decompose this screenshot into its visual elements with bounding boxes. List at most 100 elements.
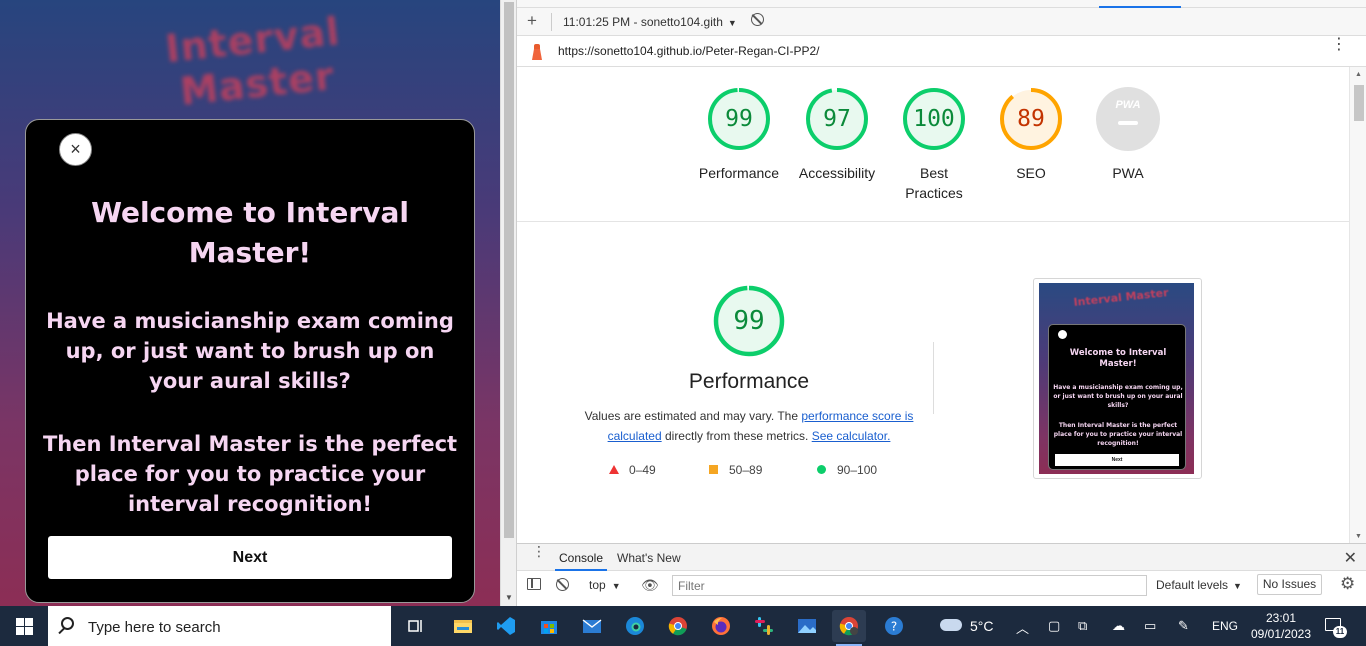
thumbnail-heading: Welcome to Interval Master! — [1069, 348, 1167, 369]
chrome-profile-icon[interactable] — [832, 610, 866, 646]
thumbnail-site-title: Interval Master — [1072, 286, 1170, 309]
pen-icon[interactable]: ✎ — [1178, 618, 1189, 634]
firefox-icon[interactable] — [704, 610, 738, 642]
performance-heading: Performance — [688, 370, 810, 393]
gauge-label: SEO — [1016, 165, 1046, 181]
windows-logo-icon — [16, 618, 33, 635]
legend-average-range: 50–89 — [729, 463, 763, 477]
thumbnail-close-icon — [1058, 330, 1067, 339]
notification-center-icon[interactable]: 11 — [1323, 615, 1347, 638]
scrollbar-thumb[interactable] — [504, 2, 514, 538]
cloud-sync-off-icon[interactable]: ☁ — [1112, 618, 1125, 634]
clock-time: 23:01 — [1265, 611, 1297, 625]
legend-fail-range: 0–49 — [629, 463, 656, 477]
legend-pass-range: 90–100 — [837, 463, 878, 477]
lighthouse-logo-icon — [531, 44, 543, 60]
live-expression-eye-icon[interactable]: 👁 — [641, 577, 659, 594]
toolbar-divider — [551, 13, 552, 31]
battery-icon[interactable]: ▭ — [1144, 618, 1156, 634]
report-selector[interactable]: 11:01:25 PM - sonetto104.gith ▼ — [563, 15, 737, 29]
score-gauge-accessibility[interactable]: 97 Accessibility — [787, 87, 887, 183]
devtools-tab-strip — [517, 0, 1366, 8]
desc-prefix: Values are estimated and may vary. The — [584, 409, 802, 423]
clear-reports-icon[interactable] — [751, 13, 764, 26]
drawer-menu-icon[interactable]: ⋮ — [532, 544, 546, 558]
lighthouse-report: 99 Performance 97 Accessibility 100 Best Prac… — [517, 67, 1349, 543]
pwa-badge-icon: PWA — [1096, 87, 1160, 151]
console-filter-input[interactable] — [672, 575, 1147, 596]
new-report-plus-icon[interactable]: + — [527, 11, 537, 31]
taskbar-search-box[interactable]: Type here to search — [48, 606, 391, 646]
score-gauge-pwa[interactable]: PWA PWA — [1078, 87, 1178, 183]
clock-date: 09/01/2023 — [1250, 627, 1312, 641]
tab-console[interactable]: Console — [555, 544, 607, 571]
photos-icon[interactable] — [790, 610, 824, 642]
drawer-tab-strip: ⋮ Console What's New ✕ — [517, 544, 1366, 571]
report-scrollbar-thumb[interactable] — [1354, 85, 1364, 121]
modal-paragraph-intro: Have a musicianship exam coming up, or j… — [46, 309, 454, 393]
mail-icon[interactable] — [575, 610, 609, 642]
context-selector[interactable]: top ▼ — [589, 578, 621, 592]
devtools-panel: + 11:01:25 PM - sonetto104.gith ▼ https:/… — [516, 0, 1366, 606]
final-screenshot-thumbnail[interactable]: Interval Master Welcome to Interval Mast… — [1033, 278, 1202, 479]
performance-description: Values are estimated and may vary. The p… — [583, 406, 915, 446]
quick-assist-icon[interactable]: ? — [877, 610, 911, 642]
console-sidebar-icon[interactable] — [527, 578, 541, 590]
site-scrollbar[interactable]: ▼ — [500, 0, 516, 606]
triangle-icon — [609, 465, 619, 474]
issues-button[interactable]: No Issues — [1257, 574, 1322, 595]
gauge-ring: PWA — [1096, 87, 1160, 151]
modal-close-button[interactable]: × — [59, 133, 92, 166]
gauge-ring: 89 — [999, 87, 1063, 151]
console-drawer: ⋮ Console What's New ✕ top ▼ 👁 Default le… — [517, 543, 1366, 606]
tab-whats-new[interactable]: What's New — [617, 551, 681, 565]
see-calculator-link[interactable]: See calculator. — [812, 429, 891, 443]
input-language[interactable]: ENG — [1212, 619, 1238, 633]
vscode-icon[interactable] — [489, 610, 523, 642]
svg-text:?: ? — [891, 620, 897, 634]
gauge-ring: 99 — [707, 87, 771, 151]
start-button[interactable] — [0, 606, 48, 646]
log-levels-dropdown[interactable]: Default levels ▼ — [1156, 578, 1242, 592]
task-view-icon[interactable] — [399, 610, 433, 642]
log-levels-label: Default levels — [1156, 578, 1229, 592]
score-gauge-best-practices[interactable]: 100 Best Practices — [884, 87, 984, 203]
gauge-score-value: 100 — [913, 106, 955, 132]
caret-down-icon: ▼ — [727, 18, 737, 28]
meet-now-icon[interactable]: ▢ — [1048, 618, 1060, 634]
clear-console-icon[interactable] — [556, 578, 569, 591]
site-title: Interval Master — [163, 9, 343, 114]
modal-paragraph-pitch: Then Interval Master is the perfect plac… — [42, 432, 458, 516]
weather-temperature: 5°C — [970, 618, 994, 634]
edge-icon[interactable] — [618, 610, 652, 642]
vertical-divider — [933, 342, 934, 414]
report-url[interactable]: https://sonetto104.github.io/Peter-Regan… — [558, 44, 820, 58]
search-placeholder: Type here to search — [88, 619, 221, 636]
scroll-up-icon[interactable]: ▲ — [1355, 71, 1362, 78]
chrome-icon[interactable] — [661, 610, 695, 642]
close-icon[interactable]: ✕ — [1344, 548, 1357, 568]
site-preview: Interval Master × Welcome to Interval Ma… — [0, 0, 500, 606]
kebab-menu-icon[interactable]: ⋮ — [1331, 37, 1347, 53]
desc-middle: directly from these metrics. — [661, 429, 812, 443]
system-clock[interactable]: 23:01 09/01/2023 — [1250, 610, 1312, 642]
modal-next-button[interactable]: Next — [48, 536, 452, 579]
score-gauge-performance[interactable]: 99 Performance — [689, 87, 789, 183]
score-gauge-seo[interactable]: 89 SEO — [981, 87, 1081, 183]
gauge-label: PWA — [1112, 165, 1144, 181]
scroll-down-icon[interactable]: ▼ — [505, 593, 513, 602]
slack-icon[interactable] — [747, 610, 781, 642]
context-label: top — [589, 578, 606, 592]
thumbnail-paragraph-intro: Have a musicianship exam coming up, or j… — [1053, 384, 1183, 409]
report-scrollbar[interactable]: ▲ ▼ — [1349, 67, 1366, 543]
file-explorer-icon[interactable] — [446, 610, 480, 642]
gear-icon[interactable]: ⚙ — [1340, 574, 1355, 594]
capture-icon[interactable]: ⧉ — [1078, 618, 1087, 634]
scroll-down-icon[interactable]: ▼ — [1355, 533, 1362, 540]
gauge-label: Best Practices — [905, 165, 963, 201]
thumbnail-paragraph-pitch: Then Interval Master is the perfect plac… — [1053, 422, 1183, 447]
weather-widget[interactable]: 5°C — [940, 618, 994, 634]
cloud-icon — [940, 619, 962, 632]
tray-overflow-chevron-icon[interactable]: ︿ — [1016, 618, 1029, 637]
microsoft-store-icon[interactable] — [532, 610, 566, 642]
